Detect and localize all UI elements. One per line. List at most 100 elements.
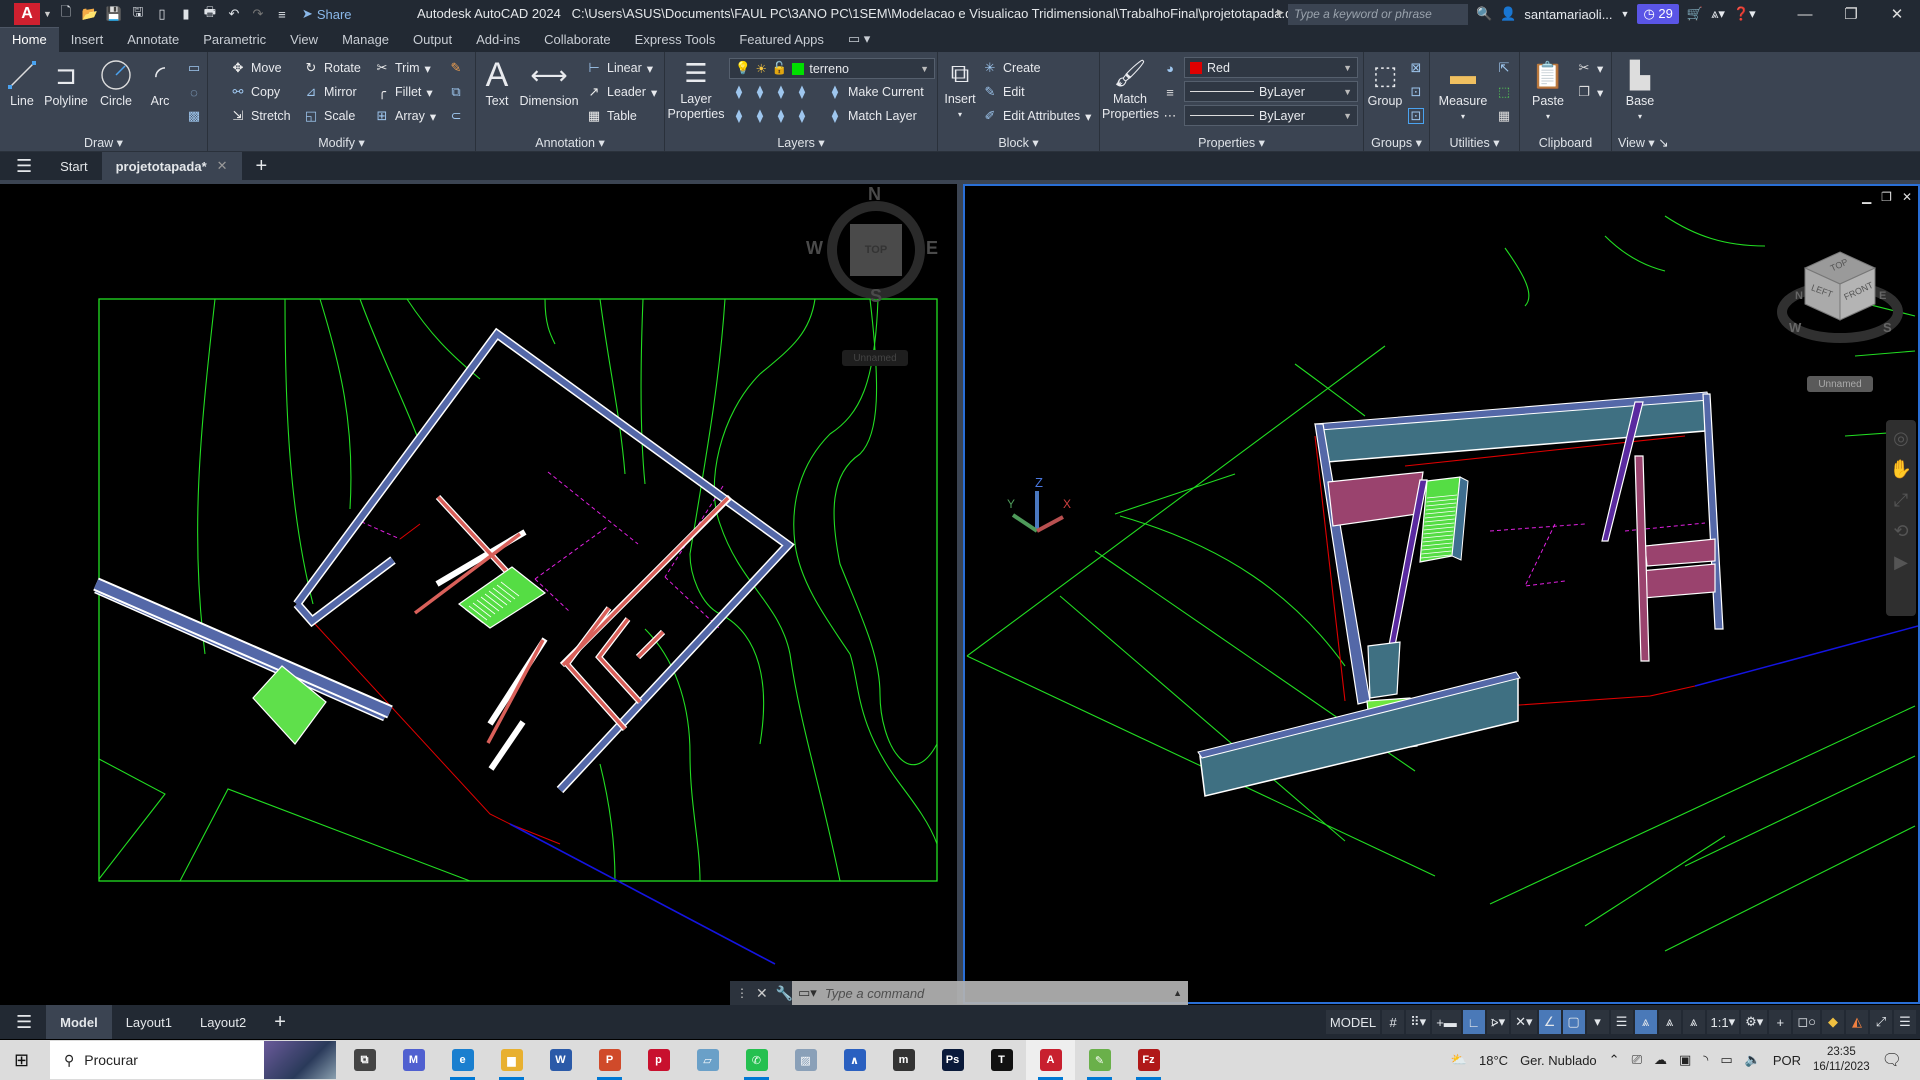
taskbar-app-notepad-app[interactable]: ▱ (683, 1040, 732, 1080)
measure-button[interactable]: ▬ Measure ▾ (1434, 58, 1492, 124)
isolate-objects-icon[interactable]: ◭ (1846, 1010, 1868, 1034)
taskbar-app-file-explorer[interactable]: ▆ (487, 1040, 536, 1080)
annotation-scale-dropdown[interactable]: 1:1 ▾ (1706, 1010, 1740, 1034)
taskbar-app-pinterest[interactable]: p (634, 1040, 683, 1080)
circle-button[interactable]: Circle (96, 58, 136, 109)
insert-button[interactable]: ⧉ Insert ▾ (942, 56, 978, 122)
base-view-button[interactable]: ▙ Base ▾ (1620, 58, 1660, 124)
ribbon-tab-manage[interactable]: Manage (330, 28, 401, 52)
text-button[interactable]: A Text (480, 58, 514, 109)
tab-model[interactable]: Model (46, 1005, 112, 1039)
taskbar-app-teams[interactable]: M (389, 1040, 438, 1080)
cut-button[interactable]: ✂ ▾ (1576, 60, 1604, 76)
viewcube[interactable]: TOP LEFT FRONT W S N E (1775, 242, 1905, 346)
customize-icon[interactable]: 🔧 (776, 985, 793, 1002)
ungroup-button[interactable]: ⊠ (1408, 60, 1424, 76)
ribbon-tab-add-ins[interactable]: Add-ins (464, 28, 532, 52)
erase-button[interactable]: ✎ (448, 60, 464, 76)
new-tab-button[interactable]: + (242, 152, 282, 180)
move-button[interactable]: ✥ Move (230, 60, 282, 76)
panel-groups-title[interactable]: Groups ▾ (1364, 135, 1429, 150)
compass-w[interactable]: W (1789, 320, 1801, 335)
model-space-button[interactable]: MODEL (1325, 1010, 1381, 1034)
match-layer-button[interactable]: ⧫ Match Layer (827, 108, 917, 124)
viewport-maximize-icon[interactable]: ❐ (1881, 190, 1892, 204)
cart-icon[interactable]: 🛒 (1687, 6, 1703, 22)
viewport-3d[interactable]: ▁ ❐ ✕ Z Y X TOP LEFT FRONT W S N E Unnam… (963, 184, 1920, 1004)
notifications-icon[interactable]: 🗨 (1882, 1050, 1902, 1070)
customization-menu-icon[interactable]: ☰ (1894, 1010, 1916, 1034)
trim-button[interactable]: ✂ Trim ▾ (374, 60, 431, 76)
isodraft-toggle[interactable]: ✕▾ (1511, 1010, 1537, 1034)
mirror-button[interactable]: ⊿ Mirror (303, 84, 357, 100)
close-tab-icon[interactable]: ✕ (217, 158, 228, 174)
close-command-line-icon[interactable]: ✕ (756, 985, 768, 1002)
showmotion-icon[interactable]: ▶ (1894, 552, 1908, 573)
layer-unisolate-icon[interactable]: ⧫ (752, 108, 768, 124)
panel-annotation-title[interactable]: Annotation ▾ (476, 135, 664, 150)
paste-button[interactable]: 📋 Paste ▾ (1528, 58, 1568, 124)
ribbon-tab-parametric[interactable]: Parametric (191, 28, 278, 52)
open-from-web-icon[interactable]: ▯ (154, 6, 170, 22)
app-menu-chevron-icon[interactable]: ▼ (43, 9, 52, 19)
ribbon-tab-output[interactable]: Output (401, 28, 464, 52)
taskbar-app-slack-app[interactable]: m (879, 1040, 928, 1080)
layer-on-all-icon[interactable]: ⧫ (731, 108, 747, 124)
select-all-button[interactable]: ⬚ (1496, 84, 1512, 100)
array-button[interactable]: ⊞ Array ▾ (374, 108, 437, 124)
group-button[interactable]: ⬚ Group (1366, 58, 1404, 109)
panel-modify-title[interactable]: Modify ▾ (208, 135, 475, 150)
compass-n[interactable]: N (1795, 290, 1803, 302)
user-account-menu[interactable]: santamariaoli... (1524, 7, 1612, 22)
command-history-icon[interactable]: ▲ (1173, 988, 1182, 998)
panel-utilities-title[interactable]: Utilities ▾ (1430, 135, 1519, 150)
file-tabs-menu-icon[interactable]: ☰ (0, 152, 46, 180)
fillet-button[interactable]: ╭ Fillet ▾ (374, 84, 433, 100)
match-properties-button[interactable]: 🖌 Match Properties (1102, 56, 1159, 122)
taskbar-app-autodesk-app[interactable]: ∧ (830, 1040, 879, 1080)
tab-layout1[interactable]: Layout1 (112, 1005, 186, 1039)
edit-attributes-button[interactable]: ✐ Edit Attributes ▾ (982, 108, 1092, 124)
ribbon-tab-express-tools[interactable]: Express Tools (623, 28, 728, 52)
taskbar-app-autocad[interactable]: A (1026, 1040, 1075, 1080)
save-to-web-icon[interactable]: ▮ (178, 6, 194, 22)
taskbar-app-notepad-plus[interactable]: ✎ (1075, 1040, 1124, 1080)
weather-icon[interactable]: ⛅ (1451, 1052, 1467, 1068)
wifi-icon[interactable]: ◝ (1703, 1052, 1708, 1068)
create-block-button[interactable]: ✳ Create (982, 60, 1041, 76)
calculator-button[interactable]: ▦ (1496, 108, 1512, 124)
annotation-scale-icon[interactable]: ⩓ (1682, 1010, 1705, 1034)
layer-off-icon[interactable]: ⧫ (731, 84, 747, 100)
tab-projetotapada[interactable]: projetotapada* ✕ (101, 152, 242, 180)
table-button[interactable]: ▦ Table (586, 108, 637, 124)
panel-draw-title[interactable]: Draw ▾ (0, 135, 207, 150)
object-snap-toggle[interactable]: ▢ (1562, 1010, 1585, 1034)
steering-wheel-icon[interactable]: ◎ (1893, 428, 1909, 449)
osnap-menu[interactable]: ▾ (1586, 1010, 1609, 1034)
clock[interactable]: 23:35 16/11/2023 (1813, 1045, 1870, 1075)
ribbon-tab-annotate[interactable]: Annotate (115, 28, 191, 52)
command-prompt-icon[interactable]: ▭▾ (798, 985, 817, 1001)
line-button[interactable]: Line (4, 58, 40, 109)
fullscreen-icon[interactable]: ⤢ (1870, 1010, 1892, 1034)
compass-north[interactable]: N (868, 184, 881, 205)
open-file-icon[interactable]: 📂 (82, 6, 98, 22)
rotate-button[interactable]: ↻ Rotate (303, 60, 361, 76)
taskbar-app-filezilla[interactable]: Fz (1124, 1040, 1173, 1080)
orbit-icon[interactable]: ⟲ (1893, 521, 1908, 542)
battery-icon[interactable]: ▭ (1720, 1052, 1732, 1068)
workspace-gear-icon[interactable]: ⚙▾ (1741, 1010, 1768, 1034)
layer-dropdown[interactable]: 💡 ☀ 🔓 terreno ▼ (729, 58, 935, 79)
layer-thaw-all-icon[interactable]: ⧫ (773, 108, 789, 124)
layer-unlock-all-icon[interactable]: ⧫ (794, 108, 810, 124)
user-icon[interactable]: 👤 (1500, 6, 1516, 22)
compass-east[interactable]: E (926, 238, 938, 259)
layer-lock-icon[interactable]: ⧫ (794, 84, 810, 100)
copy-button[interactable]: ⚯ Copy (230, 84, 281, 100)
undo-icon[interactable]: ↶ (226, 6, 242, 22)
leader-button[interactable]: ↗ Leader ▾ (586, 84, 658, 100)
viewcube-top-face[interactable]: TOP (850, 224, 902, 276)
tab-start[interactable]: Start (46, 152, 101, 180)
new-file-icon[interactable]: 🗋 (58, 4, 74, 22)
search-expand-icon[interactable]: ▶ (1277, 7, 1284, 18)
